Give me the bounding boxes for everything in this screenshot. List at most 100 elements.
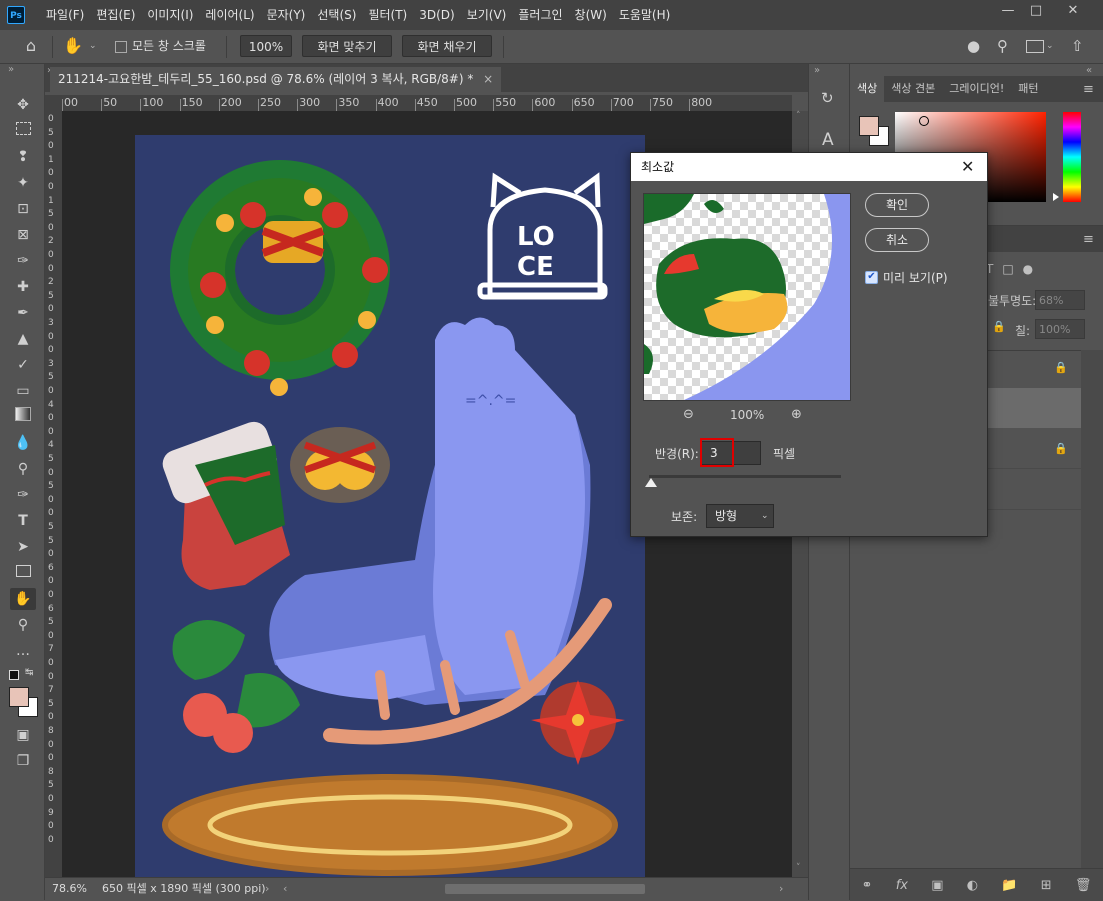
color-picker-cursor[interactable]: [919, 116, 929, 126]
foreground-color-swatch[interactable]: [9, 687, 29, 707]
delete-layer-icon[interactable]: 🗑: [1075, 878, 1092, 893]
menu-item[interactable]: 이미지(I): [141, 0, 199, 30]
menu-item[interactable]: 파일(F): [40, 0, 90, 30]
menu-item[interactable]: 창(W): [569, 0, 613, 30]
menu-item[interactable]: 필터(T): [362, 0, 413, 30]
chevron-down-icon[interactable]: ⌄: [1046, 35, 1056, 57]
type-tool-icon[interactable]: T: [10, 510, 36, 532]
color-panel-tab[interactable]: 그레이디언!: [942, 76, 1011, 102]
adjustment-layer-icon[interactable]: ◐: [967, 878, 978, 893]
close-window-button[interactable]: ✕: [1058, 0, 1088, 24]
hue-slider-handle[interactable]: [1053, 193, 1059, 201]
zoom-in-icon[interactable]: ⊕: [791, 407, 802, 422]
eyedropper-tool-icon[interactable]: ✑: [10, 250, 36, 272]
close-tab-icon[interactable]: ×: [483, 72, 493, 86]
hand-tool-icon[interactable]: ✋: [63, 35, 87, 57]
foreground-color-chip[interactable]: [859, 116, 879, 136]
marquee-tool-icon[interactable]: [10, 120, 36, 142]
dodge-tool-icon[interactable]: ⚲: [10, 458, 36, 480]
radius-slider[interactable]: [649, 475, 841, 478]
document-tab[interactable]: 211214-고요한밤_테두리_55_160.psd @ 78.6% (레이어 …: [50, 67, 502, 92]
share-user-icon[interactable]: ●: [967, 35, 989, 57]
lock-icon[interactable]: 🔒: [992, 320, 1006, 333]
menu-item[interactable]: 도움말(H): [613, 0, 677, 30]
scroll-up-icon[interactable]: ˄: [796, 111, 801, 121]
gradient-tool-icon[interactable]: [10, 406, 36, 428]
lasso-tool-icon[interactable]: ❢: [10, 146, 36, 168]
horizontal-scrollbar-thumb[interactable]: [445, 884, 645, 894]
magic-wand-tool-icon[interactable]: ✦: [10, 172, 36, 194]
scroll-down-icon[interactable]: ˅: [796, 863, 801, 873]
close-icon[interactable]: ✕: [961, 153, 974, 181]
menu-item[interactable]: 선택(S): [311, 0, 362, 30]
color-panel-tab[interactable]: 색상: [850, 76, 885, 102]
scroll-right-icon[interactable]: ›: [779, 878, 783, 900]
layers-scrollbar[interactable]: [1081, 350, 1103, 870]
clone-stamp-tool-icon[interactable]: ▲: [10, 328, 36, 350]
history-brush-tool-icon[interactable]: ✓: [10, 354, 36, 376]
eraser-tool-icon[interactable]: ▭: [10, 380, 36, 402]
search-icon[interactable]: ⚲: [997, 35, 1019, 57]
filter-preview[interactable]: [643, 193, 851, 401]
chevron-down-icon[interactable]: ⌄: [89, 35, 101, 57]
panel-menu-icon[interactable]: ≡: [1083, 232, 1094, 247]
collapse-icon[interactable]: »: [8, 64, 14, 75]
ok-button[interactable]: 확인: [865, 193, 929, 217]
frame-tool-icon[interactable]: ⊠: [10, 224, 36, 246]
zoom-level[interactable]: 78.6%: [52, 878, 87, 900]
cancel-button[interactable]: 취소: [865, 228, 929, 252]
radius-slider-thumb[interactable]: [645, 478, 657, 487]
history-panel-icon[interactable]: ↻: [821, 89, 834, 107]
menu-item[interactable]: 편집(E): [90, 0, 141, 30]
menu-item[interactable]: 보기(V): [461, 0, 513, 30]
screen-mode-icon[interactable]: ❐: [10, 750, 36, 772]
maximize-button[interactable]: □: [1021, 0, 1051, 24]
scroll-left-icon[interactable]: ‹: [283, 878, 287, 900]
expand-icon[interactable]: «: [1086, 65, 1092, 76]
minimize-button[interactable]: —: [993, 0, 1023, 24]
hue-slider[interactable]: [1063, 112, 1081, 202]
opacity-field[interactable]: 68%: [1035, 290, 1085, 310]
home-icon[interactable]: ⌂: [16, 35, 46, 57]
menu-item[interactable]: 3D(D): [413, 0, 460, 30]
hand-tool-icon[interactable]: ✋: [10, 588, 36, 610]
fit-screen-button[interactable]: 화면 맞추기: [302, 35, 392, 57]
preserve-select[interactable]: 방형 ⌄: [706, 504, 774, 528]
layer-filter-icons[interactable]: T□●: [986, 262, 1096, 282]
character-panel-icon[interactable]: A: [822, 130, 834, 150]
new-group-icon[interactable]: 📁: [1001, 878, 1017, 893]
swap-colors-icon[interactable]: ↹: [25, 667, 33, 678]
quick-mask-icon[interactable]: ▣: [10, 724, 36, 746]
dialog-titlebar[interactable]: 최소값 ✕: [631, 153, 987, 181]
artboard[interactable]: LO CE =^.^=: [135, 135, 645, 877]
path-selection-tool-icon[interactable]: ➤: [10, 536, 36, 558]
zoom-out-icon[interactable]: ⊖: [683, 407, 694, 422]
rectangle-tool-icon[interactable]: [10, 562, 36, 584]
pen-tool-icon[interactable]: ✑: [10, 484, 36, 506]
new-layer-icon[interactable]: ⊞: [1041, 878, 1052, 893]
move-tool-icon[interactable]: ✥: [10, 94, 36, 116]
color-panel-tab[interactable]: 패턴: [1011, 76, 1045, 102]
default-colors-icon[interactable]: [9, 670, 19, 680]
healing-brush-tool-icon[interactable]: ✚: [10, 276, 36, 298]
menu-item[interactable]: 레이어(L): [199, 0, 260, 30]
crop-tool-icon[interactable]: ⊡: [10, 198, 36, 220]
blur-tool-icon[interactable]: 💧: [10, 432, 36, 454]
link-layers-icon[interactable]: ⚭: [862, 878, 873, 893]
menu-item[interactable]: 문자(Y): [261, 0, 312, 30]
zoom-tool-icon[interactable]: ⚲: [10, 614, 36, 636]
fill-field[interactable]: 100%: [1035, 319, 1085, 339]
fill-screen-button[interactable]: 화면 채우기: [402, 35, 492, 57]
color-panel-tab[interactable]: 색상 견본: [884, 76, 942, 102]
brush-tool-icon[interactable]: ✒: [10, 302, 36, 324]
workspace-icon[interactable]: [1026, 40, 1044, 53]
status-menu-icon[interactable]: ›: [265, 878, 269, 900]
menu-item[interactable]: 플러그인: [512, 0, 568, 30]
preview-checkbox[interactable]: ✔: [865, 271, 878, 284]
scroll-all-checkbox[interactable]: [115, 41, 127, 53]
zoom-value-field[interactable]: 100%: [240, 35, 292, 57]
more-tools-icon[interactable]: …: [10, 640, 36, 662]
add-mask-icon[interactable]: ▣: [931, 878, 943, 893]
collapse-icon[interactable]: »: [814, 65, 820, 76]
export-icon[interactable]: ⇧: [1071, 35, 1091, 57]
